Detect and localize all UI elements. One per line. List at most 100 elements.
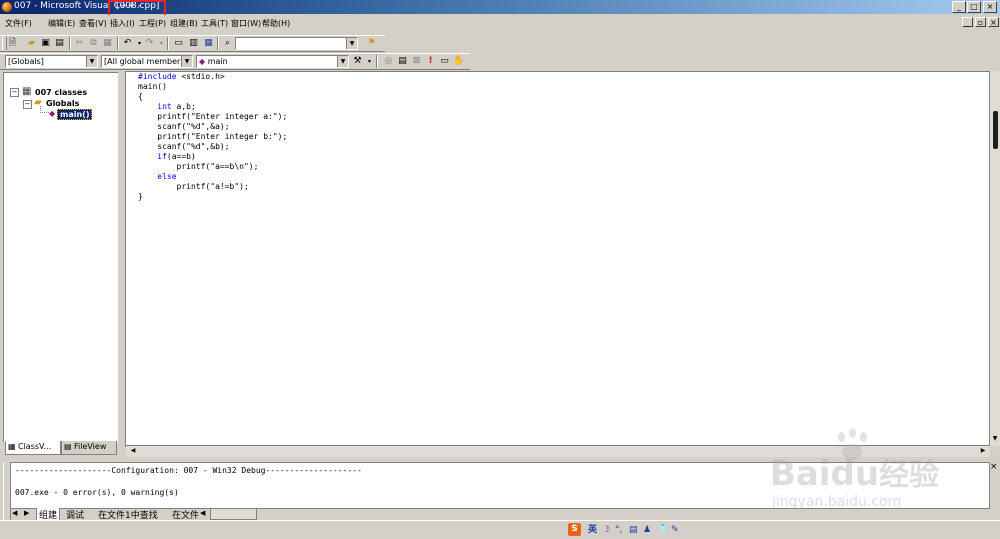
workspace-icon[interactable]: ▭ (173, 38, 184, 49)
code-text: scanf("%d",&b); (138, 142, 230, 151)
fileview-icon: ▤ (64, 442, 72, 451)
code-line[interactable]: #include <stdio.h> (138, 72, 287, 82)
code-line[interactable]: int a,b; (138, 102, 287, 112)
code-line[interactable]: scanf("%d",&a); (138, 122, 287, 132)
tab-classview[interactable]: ▦ ClassV... (5, 441, 61, 455)
menu-file[interactable]: 文件(F) (5, 18, 32, 29)
wizard-actions-icon[interactable]: ⚒ (352, 56, 363, 67)
scroll-down-icon[interactable]: ▼ (990, 433, 1000, 444)
member-combo-value: main (207, 57, 228, 66)
menu-view[interactable]: 查看(V) (79, 18, 107, 29)
toolbar-separator (167, 37, 169, 50)
collapse-toggle-icon[interactable]: − (23, 100, 32, 109)
chevron-down-icon[interactable]: ▼ (86, 56, 97, 67)
tab-scroll-left-icon[interactable]: ◀ (12, 509, 17, 517)
ime-moon-icon[interactable]: ☽ (602, 524, 610, 536)
redo-icon[interactable]: ↷ (144, 38, 155, 49)
copy-icon[interactable]: ⧉ (88, 38, 99, 49)
new-text-file-icon[interactable]: 🗎 (7, 38, 18, 49)
menu-window[interactable]: 窗口(W) (231, 18, 261, 29)
ime-tools-icon[interactable]: ✎ (671, 524, 679, 536)
save-icon[interactable]: ▣ (40, 38, 51, 49)
chevron-down-icon[interactable]: ▼ (346, 38, 357, 49)
code-line[interactable]: else (138, 172, 287, 182)
breakpoint-hand-icon[interactable]: ✋ (453, 56, 464, 67)
chevron-down-icon[interactable]: ▼ (181, 56, 192, 67)
code-line[interactable]: } (138, 192, 287, 202)
code-line[interactable]: printf("a==b\n"); (138, 162, 287, 172)
wizard-actions-dropdown-icon[interactable]: ▾ (364, 56, 375, 67)
cut-icon[interactable]: ✂ (74, 38, 85, 49)
stop-build-icon[interactable]: ⊠ (411, 56, 422, 67)
output-window-icon[interactable]: ▥ (188, 38, 199, 49)
toolbar-separator (376, 55, 378, 68)
code-line[interactable]: main() (138, 82, 287, 92)
maximize-button[interactable]: □ (967, 1, 981, 13)
code-line[interactable]: printf("a!=b"); (138, 182, 287, 192)
ime-user-icon[interactable]: ♟ (643, 524, 651, 536)
watermark-brand-en: Baidu (770, 454, 880, 494)
window-list-icon[interactable]: ▦ (203, 38, 214, 49)
class-view-pane[interactable]: − ▦ 007 classes − ▰ Globals ◆ main() (3, 72, 119, 443)
code-line[interactable]: if(a==b) (138, 152, 287, 162)
undo-icon[interactable]: ↶ (122, 38, 133, 49)
code-line[interactable]: scanf("%d",&b); (138, 142, 287, 152)
go-debug-icon[interactable]: ▭ (439, 56, 450, 67)
compile-icon[interactable]: ◎ (383, 56, 394, 67)
filter-combo[interactable]: [All global members ▼ (101, 55, 193, 68)
tab-fileview[interactable]: ▤ FileView (61, 441, 117, 455)
paste-icon[interactable]: ▦ (102, 38, 113, 49)
tab-scroll-right-icon[interactable]: ▶ (24, 509, 29, 517)
ime-skin-icon[interactable]: 👕 (657, 524, 668, 536)
source-code[interactable]: #include <stdio.h> main(){ int a,b; print… (138, 72, 287, 202)
find-icon[interactable]: ⚑ (366, 38, 377, 49)
minimize-button[interactable]: _ (952, 1, 966, 13)
member-combo[interactable]: ◆ main ▼ (196, 55, 349, 68)
scroll-left-icon[interactable]: ◀ (128, 446, 138, 456)
code-line[interactable]: printf("Enter integer b:"); (138, 132, 287, 142)
function-icon: ◆ (49, 109, 56, 118)
find-in-files-icon[interactable]: ⌕ (222, 38, 233, 49)
chevron-down-icon[interactable]: ▼ (337, 56, 348, 67)
save-all-icon[interactable]: ▤ (54, 38, 65, 49)
scroll-right-icon[interactable]: ▶ (978, 446, 988, 456)
pane-splitter[interactable] (118, 72, 123, 456)
ime-punctuation-icon[interactable]: °, (615, 524, 622, 536)
collapse-toggle-icon[interactable]: − (10, 88, 19, 97)
close-button[interactable]: × (983, 1, 997, 13)
mdi-minimize-button[interactable]: _ (962, 17, 973, 27)
code-line[interactable]: { (138, 92, 287, 102)
member-icon: ◆ (199, 57, 206, 66)
menu-build[interactable]: 组建(B) (170, 18, 198, 29)
ime-keyboard-icon[interactable]: ▤ (629, 524, 638, 536)
sogou-ime-icon[interactable]: S (568, 523, 581, 536)
find-combo[interactable]: ▼ (235, 37, 358, 50)
mdi-restore-button[interactable]: ▫ (975, 17, 986, 27)
redo-dropdown-icon[interactable]: ▾ (156, 38, 167, 49)
build-icon[interactable]: ▤ (397, 56, 408, 67)
menu-insert[interactable]: 插入(I) (110, 18, 135, 29)
code-editor[interactable]: #include <stdio.h> main(){ int a,b; print… (125, 71, 990, 447)
open-folder-icon[interactable]: ▰ (26, 38, 37, 49)
code-line[interactable]: printf("Enter integer a:"); (138, 112, 287, 122)
editor-vertical-scrollbar[interactable]: ▼ (990, 71, 1000, 446)
menu-edit[interactable]: 编辑(E) (48, 18, 75, 29)
class-combo[interactable]: [Globals] ▼ (5, 55, 98, 68)
watermark-brand: Baidu经验 (770, 450, 939, 494)
scroll-thumb[interactable] (993, 111, 998, 149)
tree-main-function[interactable]: main() (57, 109, 93, 120)
output-hscroll[interactable] (210, 508, 257, 520)
tree-root-label[interactable]: 007 classes (35, 88, 87, 97)
app-icon[interactable] (2, 2, 12, 12)
tree-globals-label[interactable]: Globals (46, 99, 79, 108)
mdi-close-button[interactable]: × (988, 17, 999, 27)
close-icon[interactable]: × (990, 462, 998, 472)
ime-language[interactable]: 英 (588, 524, 597, 536)
tab-scroll-left-icon[interactable]: ◀ (200, 509, 205, 517)
menu-help[interactable]: 帮助(H) (262, 18, 290, 29)
menu-tools[interactable]: 工具(T) (201, 18, 228, 29)
menu-project[interactable]: 工程(P) (139, 18, 166, 29)
execute-icon[interactable]: ! (425, 56, 436, 67)
output-close[interactable]: × (990, 462, 1000, 508)
watermark-brand-cn: 经验 (879, 458, 940, 493)
